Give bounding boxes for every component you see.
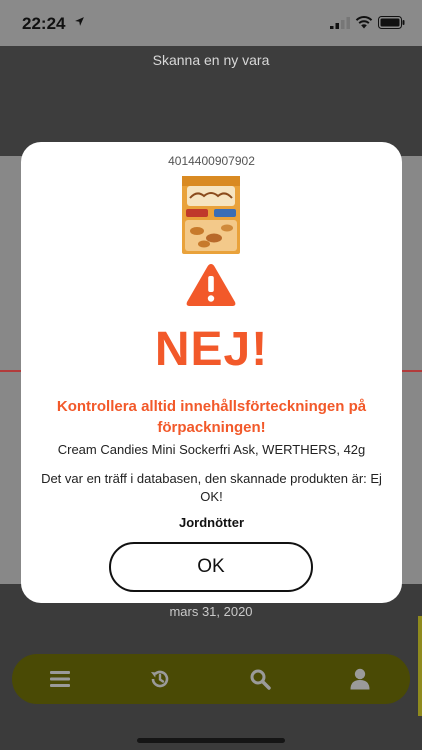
status-bar: 22:24: [0, 0, 422, 46]
home-indicator: [137, 738, 285, 743]
location-arrow-icon: [75, 17, 84, 26]
allergen-label: Jordnötter: [179, 515, 244, 530]
warning-icon: [186, 264, 236, 306]
cellular-signal-icon: [330, 17, 350, 29]
nav-history-button[interactable]: [147, 666, 173, 692]
product-image: [182, 176, 240, 254]
wifi-icon: [355, 16, 373, 29]
history-icon: [151, 670, 169, 688]
nav-profile-button[interactable]: [347, 666, 373, 692]
barcode-number: 4014400907902: [168, 154, 255, 168]
search-icon: [250, 669, 271, 690]
screen-title: Skanna en ny vara: [152, 52, 270, 68]
nav-search-button[interactable]: [247, 666, 273, 692]
battery-icon: [378, 16, 405, 29]
nav-menu-button[interactable]: [47, 666, 73, 692]
product-name: Cream Candies Mini Sockerfri Ask, WERTHE…: [57, 442, 366, 457]
bottom-nav: [12, 654, 410, 704]
status-time: 22:24: [22, 14, 66, 33]
menu-icon: [50, 671, 70, 687]
scan-date: mars 31, 2020: [169, 604, 253, 619]
database-message: Det var en träff i databasen, den skanna…: [41, 471, 382, 504]
warning-message: Kontrollera alltid innehållsförteckninge…: [56, 398, 367, 436]
ok-button[interactable]: OK: [109, 542, 313, 592]
user-icon: [350, 668, 370, 690]
side-tab: [418, 616, 422, 716]
verdict-heading: NEJ!: [154, 323, 269, 376]
scan-result-dialog: 4014400907902 NEJ! Kontrollera alltid in…: [21, 142, 402, 603]
screen-header: Skanna en ny vara: [0, 46, 422, 156]
